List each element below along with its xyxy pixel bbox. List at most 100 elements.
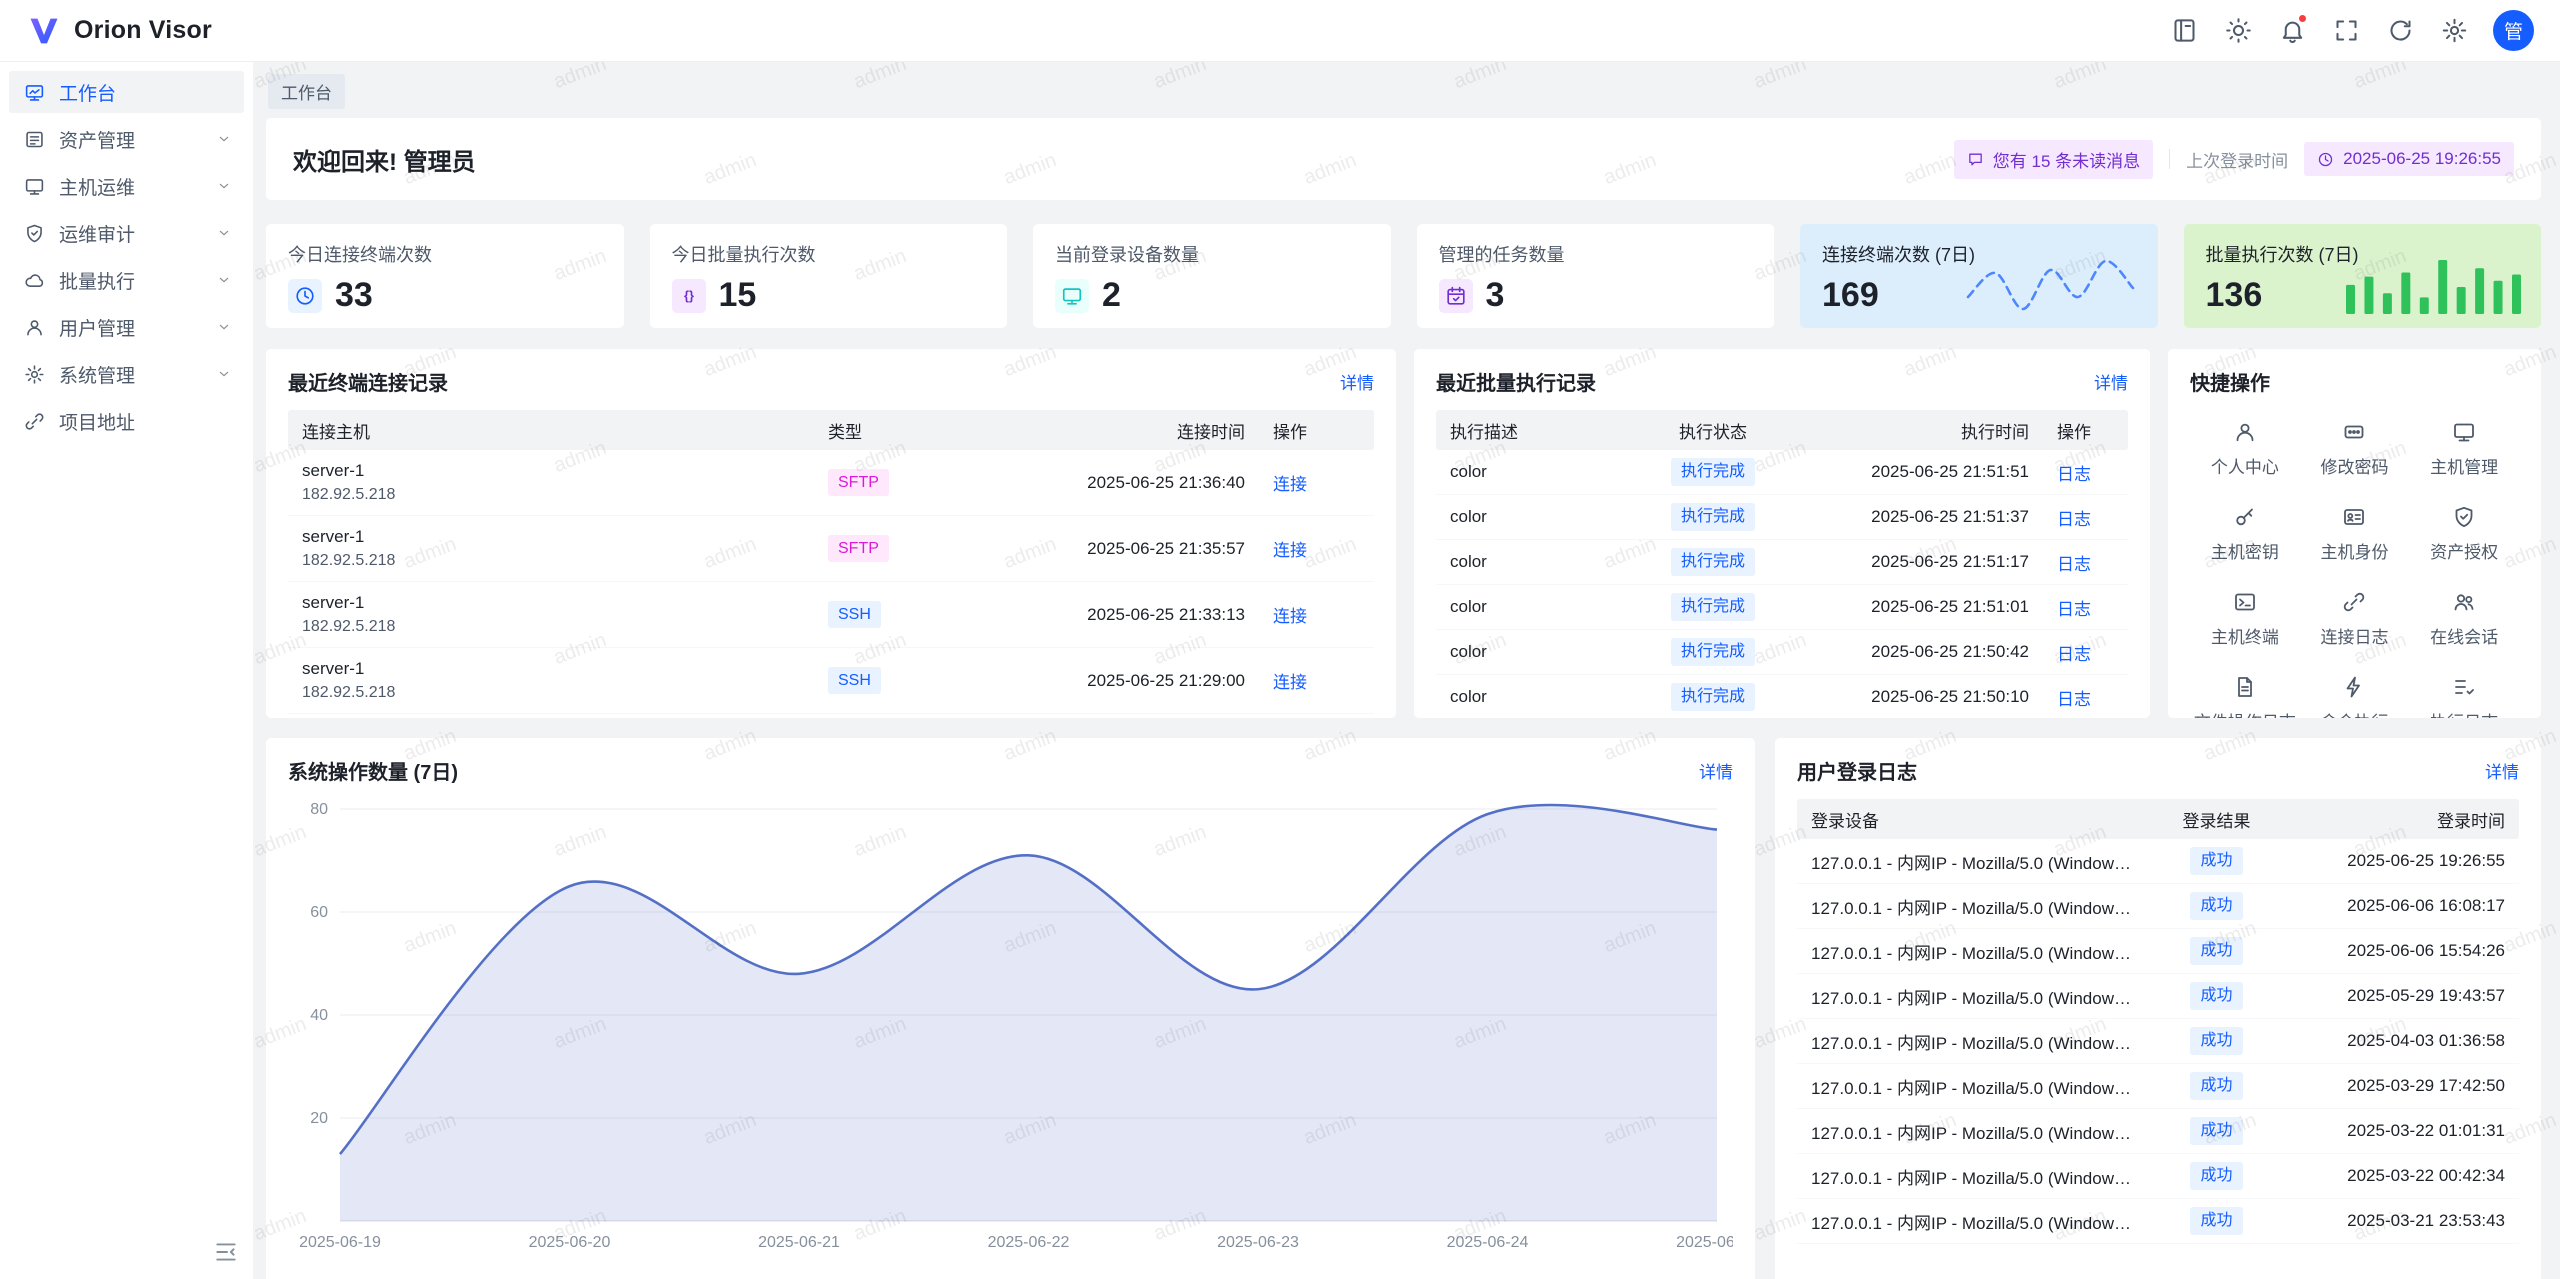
unread-messages-badge[interactable]: 您有 15 条未读消息 — [1954, 140, 2153, 179]
sidebar-item-project-url[interactable]: 项目地址 — [9, 400, 244, 442]
stat-icon: {} — [672, 279, 706, 313]
operations-chart-detail-link[interactable]: 详情 — [1699, 758, 1733, 783]
svg-text:20: 20 — [310, 1110, 328, 1127]
quick-action[interactable]: 资产授权 — [2409, 505, 2519, 563]
host-ip: 182.92.5.218 — [302, 681, 800, 704]
table-row: 127.0.0.1 - 内网IP - Mozilla/5.0 (Windows … — [1797, 1154, 2519, 1199]
connect-link[interactable]: 连接 — [1273, 475, 1307, 494]
notifications-button[interactable] — [2269, 8, 2315, 54]
breadcrumb-item-workbench[interactable]: 工作台 — [268, 74, 345, 109]
quick-action[interactable]: 个人中心 — [2190, 420, 2300, 478]
breadcrumb: 工作台 — [268, 76, 2541, 106]
stat-label: 今日连接终端次数 — [288, 241, 602, 267]
user-avatar[interactable]: 管 — [2493, 10, 2534, 51]
terminal-records-panel: 最近终端连接记录 详情 连接主机 类型 连接时间 操作 — [266, 349, 1396, 718]
log-link[interactable]: 日志 — [2057, 600, 2091, 619]
log-link[interactable]: 日志 — [2057, 465, 2091, 484]
quick-action[interactable]: 修改密码 — [2300, 420, 2410, 478]
result-cell: 成功 — [2149, 937, 2284, 965]
docs-button[interactable] — [2161, 8, 2207, 54]
quick-action[interactable]: 文件操作日志 — [2190, 675, 2300, 718]
settings-button[interactable] — [2431, 8, 2477, 54]
quick-action[interactable]: 主机终端 — [2190, 590, 2300, 648]
monitor-icon — [24, 176, 45, 197]
batch-records-detail-link[interactable]: 详情 — [2094, 369, 2128, 394]
quick-action[interactable]: 执行日志 — [2409, 675, 2519, 718]
terminal-records-detail-link[interactable]: 详情 — [1340, 369, 1374, 394]
log-link[interactable]: 日志 — [2057, 510, 2091, 529]
login-device: 127.0.0.1 - 内网IP - Mozilla/5.0 (Windows … — [1797, 1119, 2149, 1144]
table-row: 127.0.0.1 - 内网IP - Mozilla/5.0 (Windows … — [1797, 1064, 2519, 1109]
quick-action-label: 在线会话 — [2430, 623, 2498, 648]
log-link[interactable]: 日志 — [2057, 645, 2091, 664]
terminal-records-table: 连接主机 类型 连接时间 操作 server-1 182.92.5.218 — [288, 410, 1374, 714]
operations-area-chart: 204060802025-06-192025-06-202025-06-2120… — [288, 795, 1733, 1255]
exec-description: color — [1436, 507, 1628, 527]
connect-link[interactable]: 连接 — [1273, 541, 1307, 560]
column-header-device: 登录设备 — [1797, 807, 2149, 832]
login-logs-detail-link[interactable]: 详情 — [2485, 758, 2519, 783]
connect-link[interactable]: 连接 — [1273, 607, 1307, 626]
exec-description: color — [1436, 642, 1628, 662]
message-icon — [1967, 151, 1984, 168]
panel-title: 快捷操作 — [2190, 367, 2270, 396]
sidebar-item-workbench[interactable]: 工作台 — [9, 71, 244, 113]
gear-icon — [2441, 17, 2468, 44]
sidebar-item-host-ops[interactable]: 主机运维 — [9, 165, 244, 207]
log-link[interactable]: 日志 — [2057, 555, 2091, 574]
login-device: 127.0.0.1 - 内网IP - Mozilla/5.0 (Windows … — [1797, 849, 2149, 874]
quick-actions-panel: 快捷操作 个人中心 修改密码 — [2168, 349, 2541, 718]
table-header: 连接主机 类型 连接时间 操作 — [288, 410, 1374, 450]
dashboard-icon — [24, 82, 45, 103]
quick-action[interactable]: 主机管理 — [2409, 420, 2519, 478]
chevron-down-icon — [216, 178, 232, 194]
divider — [2169, 149, 2170, 169]
quick-action-label: 连接日志 — [2320, 623, 2388, 648]
connect-link[interactable]: 连接 — [1273, 673, 1307, 692]
header-actions: 管 — [2161, 8, 2534, 54]
exec-description: color — [1436, 597, 1628, 617]
exec-description: color — [1436, 462, 1628, 482]
chevron-down-icon — [216, 366, 232, 382]
sidebar-item-system[interactable]: 系统管理 — [9, 353, 244, 395]
sidebar-item-audit[interactable]: 运维审计 — [9, 212, 244, 254]
svg-text:2025-06-25: 2025-06-25 — [1676, 1234, 1733, 1251]
quick-action[interactable]: 连接日志 — [2300, 590, 2410, 648]
quick-action-icon — [2342, 505, 2366, 529]
panel-title: 系统操作数量 (7日) — [288, 756, 458, 785]
app-logo[interactable]: Orion Visor — [26, 13, 212, 49]
svg-text:2025-06-22: 2025-06-22 — [988, 1234, 1070, 1251]
sidebar-item-assets[interactable]: 资产管理 — [9, 118, 244, 160]
connect-time: 2025-06-25 21:36:40 — [964, 473, 1259, 493]
quick-action[interactable]: 主机密钥 — [2190, 505, 2300, 563]
sidebar-item-users[interactable]: 用户管理 — [9, 306, 244, 348]
quick-action[interactable]: 在线会话 — [2409, 590, 2519, 648]
column-header-time: 执行时间 — [1798, 418, 2043, 443]
host-name: server-1 — [302, 657, 800, 682]
sidebar-collapse-icon[interactable] — [213, 1239, 239, 1265]
svg-text:40: 40 — [310, 1007, 328, 1024]
app-title: Orion Visor — [74, 16, 212, 45]
stat-value: 3 — [1486, 276, 1505, 315]
action-cell: 连接 — [1259, 668, 1374, 693]
quick-action[interactable]: 主机身份 — [2300, 505, 2410, 563]
sidebar-item-label: 工作台 — [59, 79, 116, 106]
login-device: 127.0.0.1 - 内网IP - Mozilla/5.0 (Windows … — [1797, 984, 2149, 1009]
status-badge: 执行完成 — [1671, 638, 1755, 666]
connections-sparkline-chart — [1963, 256, 2138, 314]
fullscreen-button[interactable] — [2323, 8, 2369, 54]
sidebar-item-batch-exec[interactable]: 批量执行 — [9, 259, 244, 301]
login-time: 2025-03-22 00:42:34 — [2284, 1166, 2519, 1186]
quick-action[interactable]: 命令执行 — [2300, 675, 2410, 718]
notification-dot — [2297, 13, 2308, 24]
theme-toggle-button[interactable] — [2215, 8, 2261, 54]
login-time: 2025-05-29 19:43:57 — [2284, 986, 2519, 1006]
refresh-button[interactable] — [2377, 8, 2423, 54]
welcome-banner: 欢迎回来! 管理员 您有 15 条未读消息 上次登录时间 2025-06-25 … — [266, 118, 2541, 200]
quick-action-icon — [2233, 675, 2257, 699]
storage-icon — [24, 129, 45, 150]
log-link[interactable]: 日志 — [2057, 690, 2091, 709]
connect-time: 2025-06-25 21:29:00 — [964, 671, 1259, 691]
sun-icon — [2225, 17, 2252, 44]
type-cell: SSH — [814, 667, 964, 695]
